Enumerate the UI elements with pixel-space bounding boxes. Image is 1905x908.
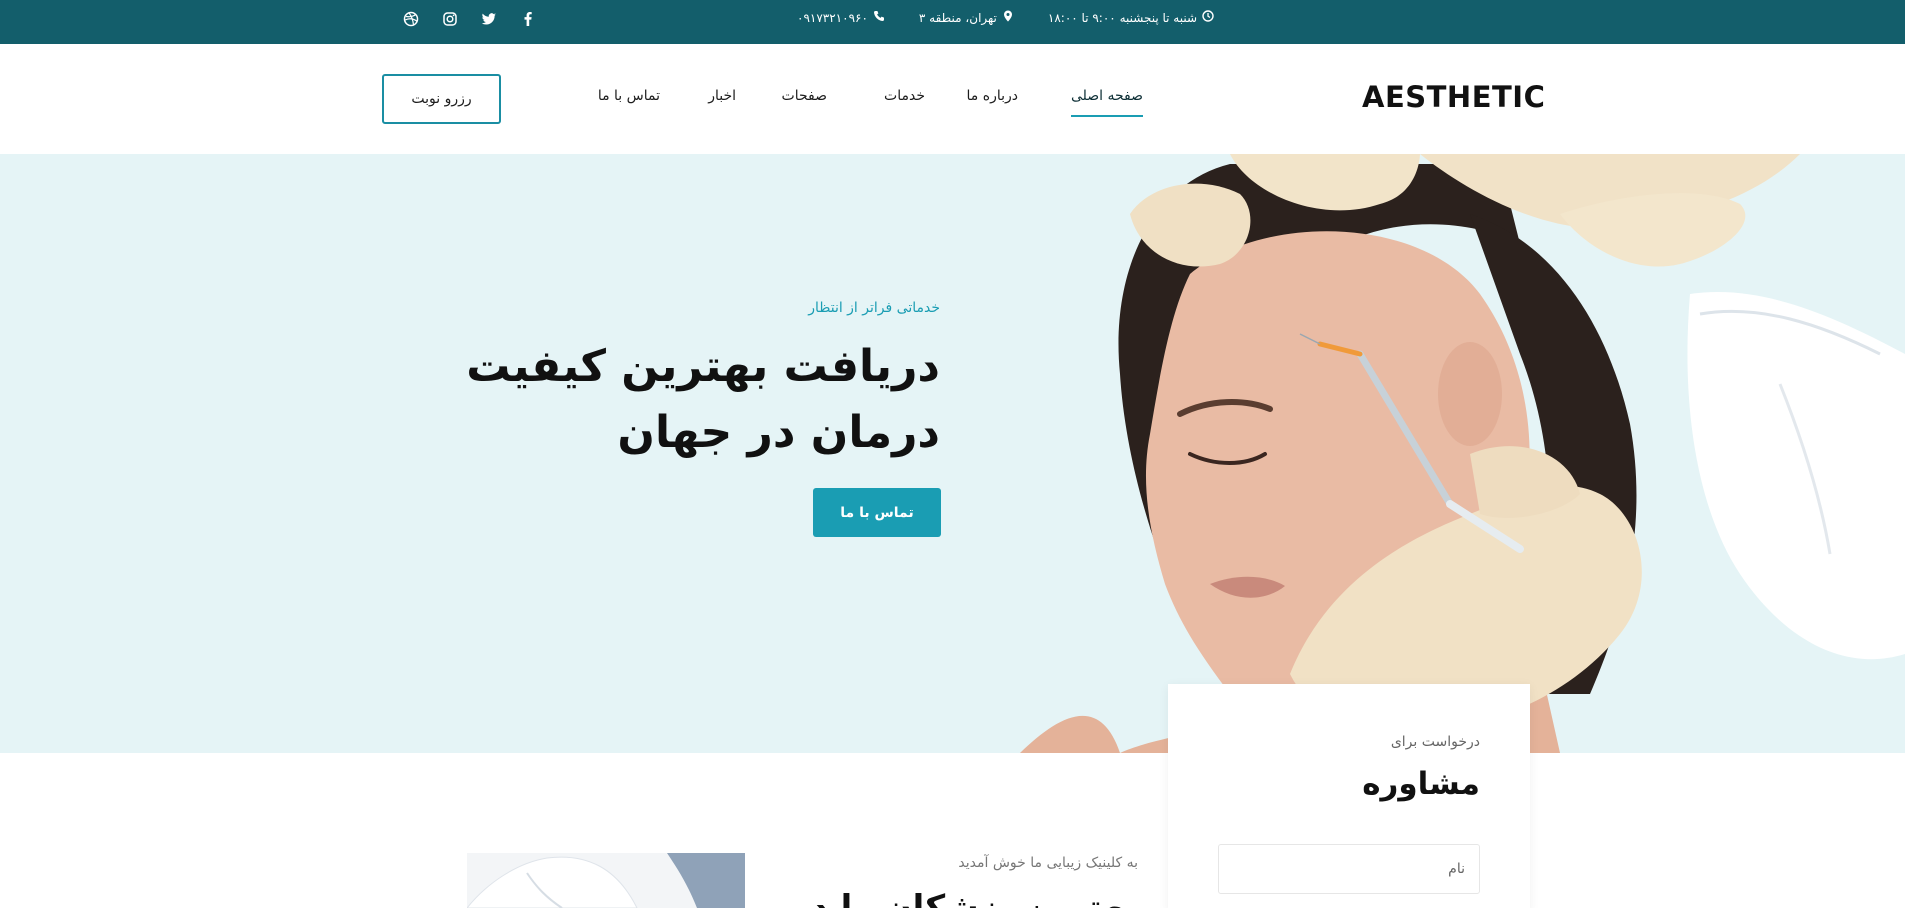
nav-item-news[interactable]: اخبار <box>708 88 736 104</box>
welcome-subtitle: به کلینیک زیبایی ما خوش آمدید <box>958 855 1138 871</box>
phone-number: ۰۹۱۷۳۲۱۰۹۶۰ <box>797 10 868 25</box>
address-text: تهران، منطقه ۳ <box>918 10 997 25</box>
consultation-card: درخواست برای مشاوره <box>1168 684 1530 908</box>
doctor-image <box>467 853 745 908</box>
dribbble-icon[interactable] <box>400 8 422 30</box>
address-info: تهران، منطقه ۳ <box>919 10 1014 25</box>
clock-icon <box>1202 10 1214 25</box>
hero-subtitle: خدماتی فراتر از انتظار <box>808 300 940 316</box>
nav-active-underline <box>1071 115 1143 117</box>
consultation-subtitle: درخواست برای <box>1390 734 1480 750</box>
hero-section: خدماتی فراتر از انتظار دریافت بهترین کیف… <box>0 154 1905 753</box>
hero-title: دریافت بهترین کیفیت درمان در جهان <box>466 341 940 458</box>
twitter-icon[interactable] <box>478 8 500 30</box>
hours-text: شنبه تا پنجشنبه ۹:۰۰ تا ۱۸:۰۰ <box>1047 10 1198 25</box>
site-header: AESTHETIC صفحه اصلی درباره ما خدمات صفحا… <box>0 44 1905 154</box>
main-nav: صفحه اصلی درباره ما خدمات صفحات اخبار تم… <box>595 88 1143 118</box>
nav-item-pages[interactable]: صفحات <box>782 88 827 104</box>
location-pin-icon <box>1002 10 1014 25</box>
nav-item-about[interactable]: درباره ما <box>967 88 1018 104</box>
phone-info[interactable]: ۰۹۱۷۳۲۱۰۹۶۰ <box>797 10 885 25</box>
nav-item-contact[interactable]: تماس با ما <box>598 88 660 104</box>
hours-info: شنبه تا پنجشنبه ۹:۰۰ تا ۱۸:۰۰ <box>1048 10 1214 25</box>
book-appointment-button[interactable]: رزرو نوبت <box>382 74 501 124</box>
nav-item-home[interactable]: صفحه اصلی <box>1071 88 1143 104</box>
top-bar: ۰۹۱۷۳۲۱۰۹۶۰ تهران، منطقه ۳ شنبه تا پنجشن… <box>0 0 1905 44</box>
social-links <box>400 8 539 30</box>
hero-image <box>1020 154 1905 753</box>
contact-info: ۰۹۱۷۳۲۱۰۹۶۰ تهران، منطقه ۳ شنبه تا پنجشن… <box>797 10 1214 25</box>
welcome-title: بهترین پزشکان را در <box>791 888 1138 908</box>
facebook-icon[interactable] <box>517 8 539 30</box>
nav-item-services[interactable]: خدمات <box>884 88 925 104</box>
consultation-title: مشاوره <box>1362 766 1480 802</box>
phone-icon <box>873 10 885 25</box>
instagram-icon[interactable] <box>439 8 461 30</box>
hero-contact-button[interactable]: تماس با ما <box>813 488 941 537</box>
site-logo[interactable]: AESTHETIC <box>1362 80 1545 114</box>
name-field[interactable] <box>1218 844 1480 894</box>
